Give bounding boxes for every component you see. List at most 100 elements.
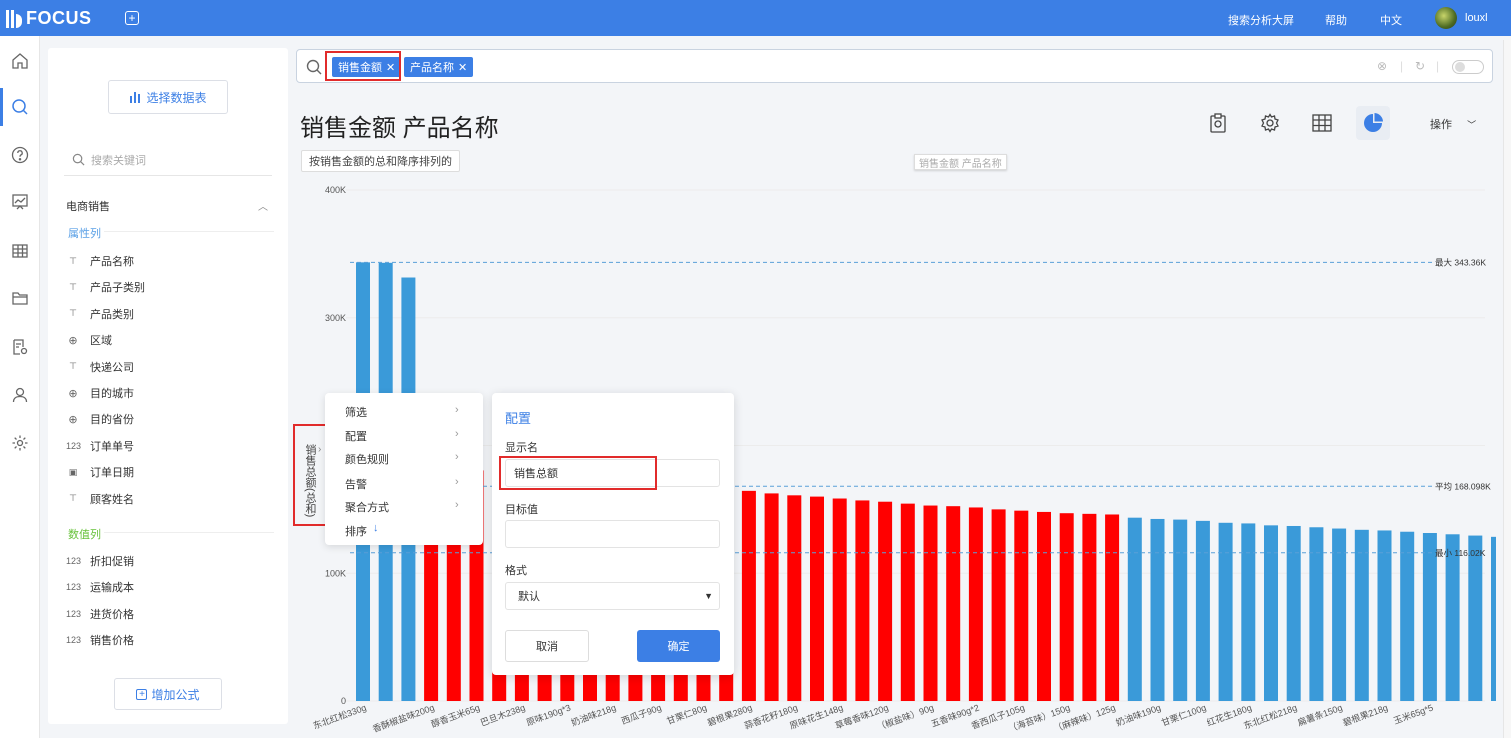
- x-tick-label: 东北红松330g: [311, 702, 367, 732]
- chip-label: 产品名称: [410, 62, 454, 74]
- refresh-icon[interactable]: ↻: [1415, 59, 1425, 73]
- chevron-up-icon[interactable]: ︿: [258, 198, 268, 213]
- x-tick-label: 碧根果218g: [1341, 702, 1389, 728]
- data-settings-icon[interactable]: [9, 336, 31, 358]
- menu-item-config[interactable]: 配置: [345, 428, 367, 444]
- caret-down-icon: ▼: [704, 591, 713, 601]
- y-tick-label: 400K: [325, 185, 346, 195]
- number-type-icon: 123: [66, 582, 82, 593]
- highlight-box: [325, 51, 401, 81]
- avatar[interactable]: [1435, 7, 1457, 29]
- table-group-title[interactable]: 电商销售: [66, 198, 110, 214]
- divider: |: [1400, 59, 1404, 73]
- menu-item-filter[interactable]: 筛选: [345, 404, 367, 420]
- globe-icon: ⊕: [68, 387, 78, 400]
- chevron-right-icon: ›: [455, 451, 459, 463]
- x-tick-label: 奶油味190g: [1114, 702, 1162, 728]
- field-item[interactable]: 123 折扣促销: [66, 553, 134, 569]
- format-select[interactable]: 默认 ▼: [505, 582, 720, 610]
- dashboard-link[interactable]: 搜索分析大屏: [1228, 12, 1294, 28]
- x-tick-label: 原味190g*3: [524, 702, 571, 728]
- logo-mark-icon: [6, 9, 22, 28]
- table-icon[interactable]: [9, 240, 31, 262]
- highlight-box: [499, 456, 657, 490]
- numeric-section-label: 数值列: [68, 529, 101, 541]
- cancel-button[interactable]: 取消: [505, 630, 589, 662]
- chart-board-icon[interactable]: [9, 191, 31, 213]
- field-label: 运输成本: [90, 582, 134, 595]
- help-link[interactable]: 帮助: [1325, 12, 1347, 28]
- menu-item-color-rules[interactable]: 颜色规则: [345, 451, 389, 467]
- x-tick-label: 甘栗仁100g: [1160, 702, 1208, 728]
- sort-hint[interactable]: 按销售金额的总和降序排列的: [301, 150, 460, 172]
- x-tick-label: 扁薯条150g: [1296, 702, 1344, 728]
- field-item[interactable]: ⊤ 产品名称: [66, 253, 134, 269]
- search-chip-product-name[interactable]: 产品名称 ✕: [404, 57, 474, 77]
- search-bar[interactable]: 销售金额 ✕ 产品名称 ✕ ⊗ | ↻ |: [296, 49, 1493, 83]
- chevron-down-icon: ﹀: [1467, 120, 1477, 130]
- mode-toggle[interactable]: [1452, 60, 1484, 74]
- reference-line-label: 最小 116.02K: [1435, 548, 1486, 558]
- target-value-input[interactable]: [505, 520, 720, 548]
- field-item[interactable]: 123 订单单号: [66, 438, 134, 454]
- pie-chart-icon[interactable]: [1356, 106, 1390, 140]
- search-icon[interactable]: [9, 96, 31, 118]
- field-item[interactable]: ▣ 订单日期: [66, 464, 134, 480]
- username[interactable]: louxl: [1465, 12, 1488, 24]
- help-icon[interactable]: [9, 144, 31, 166]
- x-tick-label: 西瓜子90g: [620, 702, 663, 726]
- close-icon[interactable]: ✕: [458, 61, 467, 74]
- field-label: 折扣促销: [90, 556, 134, 568]
- field-item[interactable]: 123 运输成本: [66, 579, 134, 595]
- x-tick-label: 奶油味218g: [569, 702, 617, 728]
- sort-desc-icon[interactable]: ↓: [373, 522, 379, 534]
- clear-circle-icon[interactable]: ⊗: [1377, 59, 1387, 73]
- bar: [1309, 527, 1324, 701]
- add-formula-button[interactable]: + 增加公式: [114, 678, 222, 710]
- bar: [1241, 523, 1256, 701]
- menu-item-sort[interactable]: 排序: [345, 523, 367, 539]
- field-item[interactable]: 123 进货价格: [66, 606, 134, 622]
- bar: [1127, 517, 1142, 701]
- field-label: 进货价格: [90, 608, 134, 621]
- y-axis-label[interactable]: › 销售总额(总和): [302, 444, 321, 517]
- language-link[interactable]: 中文: [1380, 12, 1402, 28]
- chart-settings-icon[interactable]: [1253, 106, 1287, 140]
- x-tick-label: 玉米65g*5: [1392, 702, 1435, 727]
- scrollbar[interactable]: [1503, 40, 1511, 738]
- folder-icon[interactable]: [9, 287, 31, 309]
- bar: [1195, 520, 1210, 701]
- bar: [1422, 533, 1437, 701]
- chevron-right-icon: ›: [455, 404, 459, 416]
- config-title: 配置: [505, 411, 532, 426]
- top-bar: FOCUS + 搜索分析大屏 帮助 中文 louxl: [0, 0, 1511, 36]
- gear-icon[interactable]: [9, 432, 31, 454]
- menu-item-aggregation[interactable]: 聚合方式: [345, 499, 389, 515]
- select-table-button[interactable]: 选择数据表: [108, 80, 228, 114]
- new-tab-button[interactable]: +: [125, 11, 139, 25]
- x-tick-label: 香酥椒盐味200g: [371, 702, 436, 735]
- field-item[interactable]: ⊤ 产品子类别: [66, 279, 145, 295]
- logo[interactable]: FOCUS: [6, 8, 92, 29]
- bar: [968, 507, 983, 701]
- field-item[interactable]: 123 销售价格: [66, 632, 134, 648]
- x-tick-label: 甘栗仁80g: [665, 702, 708, 727]
- bar: [787, 495, 802, 701]
- clipboard-icon[interactable]: [1201, 106, 1235, 140]
- home-icon[interactable]: [9, 50, 31, 72]
- field-label: 目的城市: [90, 388, 134, 400]
- field-item[interactable]: ⊕ 区域: [66, 332, 112, 348]
- field-item[interactable]: ⊤ 快递公司: [66, 359, 134, 375]
- operations-dropdown[interactable]: 操作 ﹀: [1430, 116, 1476, 132]
- data-panel: 选择数据表 搜索关键词 电商销售 ︿ 属性列 ⊤ 产品名称 ⊤ 产品子类别 ⊤ 产品类别 ⊕…: [48, 48, 288, 724]
- field-item[interactable]: ⊕ 目的城市: [66, 385, 134, 401]
- keyword-search-input[interactable]: 搜索关键词: [64, 144, 272, 176]
- field-item[interactable]: ⊕ 目的省份: [66, 411, 134, 427]
- user-icon[interactable]: [9, 384, 31, 406]
- confirm-button[interactable]: 确定: [637, 630, 720, 662]
- field-item[interactable]: ⊤ 产品类别: [66, 306, 134, 322]
- field-item[interactable]: ⊤ 顾客姓名: [66, 491, 134, 507]
- bar: [855, 500, 870, 701]
- table-view-icon[interactable]: [1305, 106, 1339, 140]
- menu-item-alert[interactable]: 告警: [345, 476, 367, 492]
